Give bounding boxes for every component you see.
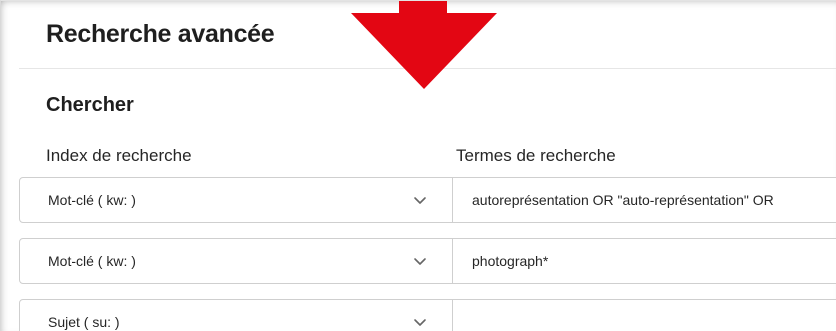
page-title: Recherche avancée: [46, 20, 275, 48]
search-terms-input-3[interactable]: [453, 299, 836, 331]
search-row-2: Mot-clé ( kw: ) photograph*: [19, 238, 836, 284]
chevron-down-icon: [414, 197, 426, 204]
section-title: Chercher: [46, 94, 134, 116]
index-select-3[interactable]: Sujet ( su: ): [19, 299, 453, 331]
index-select-value: Mot-clé ( kw: ): [48, 192, 136, 208]
index-column-label: Index de recherche: [46, 146, 192, 165]
index-select-value: Sujet ( su: ): [48, 314, 120, 330]
search-row-1: Mot-clé ( kw: ) autoreprésentation OR "a…: [19, 177, 836, 223]
chevron-down-icon: [414, 319, 426, 326]
search-terms-value: autoreprésentation OR "auto-représentati…: [472, 192, 774, 208]
arrow-down-icon: [351, 1, 497, 89]
index-select-1[interactable]: Mot-clé ( kw: ): [19, 177, 453, 223]
search-terms-value: photograph*: [472, 253, 549, 269]
search-terms-input-2[interactable]: photograph*: [453, 238, 836, 284]
search-terms-input-1[interactable]: autoreprésentation OR "auto-représentati…: [453, 177, 836, 223]
advanced-search-panel: Recherche avancée Chercher Index de rech…: [0, 0, 836, 331]
chevron-down-icon: [414, 258, 426, 265]
terms-column-label: Termes de recherche: [456, 146, 616, 165]
screenshot-page: Recherche avancée Chercher Index de rech…: [0, 0, 836, 331]
search-row-3: Sujet ( su: ): [19, 299, 836, 331]
index-select-value: Mot-clé ( kw: ): [48, 253, 136, 269]
index-select-2[interactable]: Mot-clé ( kw: ): [19, 238, 453, 284]
